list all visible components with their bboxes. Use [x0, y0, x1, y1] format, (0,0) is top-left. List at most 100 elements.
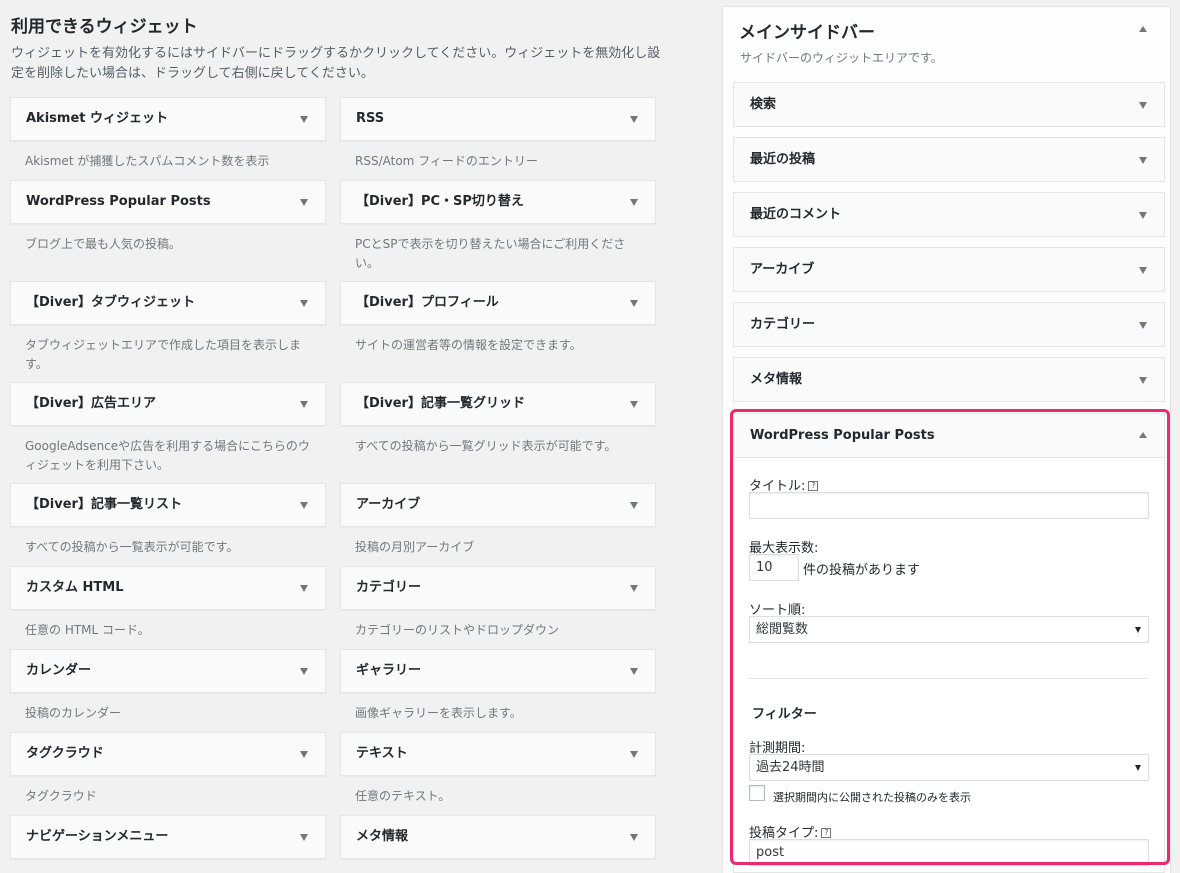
- available-widget[interactable]: RSS: [340, 97, 656, 141]
- widget-description: 画像ギャラリーを表示します。: [355, 706, 522, 720]
- widget-description: 投稿のカレンダー: [25, 706, 122, 720]
- widget-description: すべての投稿から一覧グリッド表示が可能です。: [355, 439, 617, 453]
- expand-arrow-icon[interactable]: [630, 199, 638, 206]
- max-count-input[interactable]: 10: [749, 554, 799, 581]
- widget-title: ナビゲーションメニュー: [26, 829, 169, 844]
- widget-title: メタ情報: [356, 829, 409, 844]
- widget-title: カテゴリー: [356, 580, 422, 595]
- expand-arrow-icon[interactable]: [300, 300, 308, 307]
- expand-arrow-icon[interactable]: [1139, 322, 1147, 329]
- collapse-arrow-icon[interactable]: [1139, 432, 1147, 438]
- available-widget[interactable]: 【Diver】記事一覧リスト: [10, 483, 326, 527]
- expand-arrow-icon[interactable]: [630, 300, 638, 307]
- sidebar-widget-search[interactable]: 検索: [733, 82, 1165, 127]
- sidebar-collapse-icon[interactable]: [1139, 26, 1147, 32]
- available-widget[interactable]: 【Diver】PC・SP切り替え: [340, 180, 656, 224]
- available-widget[interactable]: 【Diver】広告エリア: [10, 382, 326, 426]
- period-select[interactable]: 過去24時間: [749, 754, 1149, 781]
- widget-description: RSS/Atom フィードのエントリー: [355, 154, 538, 168]
- available-widget[interactable]: テキスト: [340, 732, 656, 776]
- post-type-input[interactable]: post: [749, 839, 1149, 866]
- expand-arrow-icon[interactable]: [300, 401, 308, 408]
- widget-description: すべての投稿から一覧表示が可能です。: [25, 540, 239, 554]
- available-widget[interactable]: メタ情報: [340, 815, 656, 859]
- available-widget[interactable]: ナビゲーションメニュー: [10, 815, 326, 859]
- widget-title: アーカイブ: [750, 262, 815, 277]
- widget-title: 【Diver】記事一覧リスト: [26, 497, 182, 512]
- available-widget[interactable]: カレンダー: [10, 649, 326, 693]
- expand-arrow-icon[interactable]: [630, 834, 638, 841]
- widget-title: タグクラウド: [26, 746, 104, 761]
- widget-description: タグクラウド: [25, 789, 97, 803]
- widget-description: カテゴリーのリストやドロップダウン: [355, 623, 560, 637]
- available-widget[interactable]: カテゴリー: [340, 566, 656, 610]
- title-input[interactable]: [749, 492, 1149, 519]
- available-widgets-title: 利用できるウィジェット: [11, 17, 198, 37]
- available-widget[interactable]: 【Diver】タブウィジェット: [10, 281, 326, 325]
- widget-title: 【Diver】タブウィジェット: [26, 295, 195, 310]
- widget-title: WordPress Popular Posts: [26, 194, 211, 209]
- help-icon[interactable]: ?: [821, 828, 832, 838]
- available-widget[interactable]: 【Diver】記事一覧グリッド: [340, 382, 656, 426]
- available-widget[interactable]: タグクラウド: [10, 732, 326, 776]
- filter-heading: フィルター: [752, 707, 817, 722]
- widget-title: ギャラリー: [356, 663, 422, 678]
- widget-title: 最近の投稿: [750, 152, 816, 167]
- expand-arrow-icon[interactable]: [630, 668, 638, 675]
- widget-description: サイトの運営者等の情報を設定できます。: [355, 338, 582, 352]
- available-widget[interactable]: 【Diver】プロフィール: [340, 281, 656, 325]
- expand-arrow-icon[interactable]: [630, 116, 638, 123]
- dropdown-caret-icon: [1135, 627, 1141, 633]
- expand-arrow-icon[interactable]: [1139, 102, 1147, 109]
- widget-title: 【Diver】プロフィール: [356, 295, 499, 310]
- sidebar-widget-archives[interactable]: アーカイブ: [733, 247, 1165, 292]
- max-count-suffix: 件の投稿があります: [803, 563, 921, 578]
- expand-arrow-icon[interactable]: [300, 834, 308, 841]
- widget-title: 【Diver】広告エリア: [26, 396, 156, 411]
- widget-title: アーカイブ: [356, 497, 421, 512]
- expand-arrow-icon[interactable]: [630, 585, 638, 592]
- available-widget[interactable]: Akismet ウィジェット: [10, 97, 326, 141]
- expand-arrow-icon[interactable]: [300, 751, 308, 758]
- expand-arrow-icon[interactable]: [630, 401, 638, 408]
- available-widgets-description: ウィジェットを有効化するにはサイドバーにドラッグするかクリックしてください。ウィ…: [11, 46, 661, 81]
- divider: [749, 678, 1148, 679]
- expand-arrow-icon[interactable]: [630, 751, 638, 758]
- widget-title: メタ情報: [750, 372, 803, 387]
- period-only-checkbox-label: 選択期間内に公開された投稿のみを表示: [773, 791, 971, 804]
- available-widget[interactable]: WordPress Popular Posts: [10, 180, 326, 224]
- widget-description: GoogleAdsenceや広告を利用する場合にこちらのウィジェットを利用下さい…: [25, 439, 310, 472]
- widget-title: テキスト: [356, 746, 408, 761]
- widget-description: PCとSPで表示を切り替えたい場合にご利用ください。: [355, 237, 626, 270]
- expand-arrow-icon[interactable]: [300, 668, 308, 675]
- expand-arrow-icon[interactable]: [1139, 212, 1147, 219]
- period-only-checkbox[interactable]: [749, 785, 765, 801]
- sidebar-description: サイドバーのウィジットエリアです。: [740, 51, 943, 65]
- widget-title: 最近のコメント: [750, 207, 842, 222]
- widget-description: Akismet が捕獲したスパムコメント数を表示: [25, 154, 270, 168]
- expand-arrow-icon[interactable]: [630, 502, 638, 509]
- widget-title: 【Diver】PC・SP切り替え: [356, 194, 524, 209]
- sidebar-widget-categories[interactable]: カテゴリー: [733, 302, 1165, 347]
- sidebar-title[interactable]: メインサイドバー: [739, 18, 875, 43]
- widget-description: 任意の HTML コード。: [25, 623, 150, 637]
- expand-arrow-icon[interactable]: [1139, 157, 1147, 164]
- wpp-widget-header[interactable]: WordPress Popular Posts: [734, 414, 1164, 458]
- widget-title: Akismet ウィジェット: [26, 111, 169, 126]
- expand-arrow-icon[interactable]: [300, 502, 308, 509]
- expand-arrow-icon[interactable]: [1139, 267, 1147, 274]
- expand-arrow-icon[interactable]: [1139, 377, 1147, 384]
- sidebar-widget-recent-comments[interactable]: 最近のコメント: [733, 192, 1165, 237]
- available-widget[interactable]: ギャラリー: [340, 649, 656, 693]
- sidebar-widget-meta[interactable]: メタ情報: [733, 357, 1165, 402]
- widget-title: カテゴリー: [750, 317, 816, 332]
- sort-order-select[interactable]: 総閲覧数: [749, 616, 1149, 643]
- available-widget[interactable]: アーカイブ: [340, 483, 656, 527]
- help-icon[interactable]: ?: [808, 481, 819, 491]
- expand-arrow-icon[interactable]: [300, 116, 308, 123]
- available-widget[interactable]: カスタム HTML: [10, 566, 326, 610]
- sidebar-widget-recent-posts[interactable]: 最近の投稿: [733, 137, 1165, 182]
- expand-arrow-icon[interactable]: [300, 199, 308, 206]
- widget-description: ブログ上で最も人気の投稿。: [25, 237, 182, 251]
- expand-arrow-icon[interactable]: [300, 585, 308, 592]
